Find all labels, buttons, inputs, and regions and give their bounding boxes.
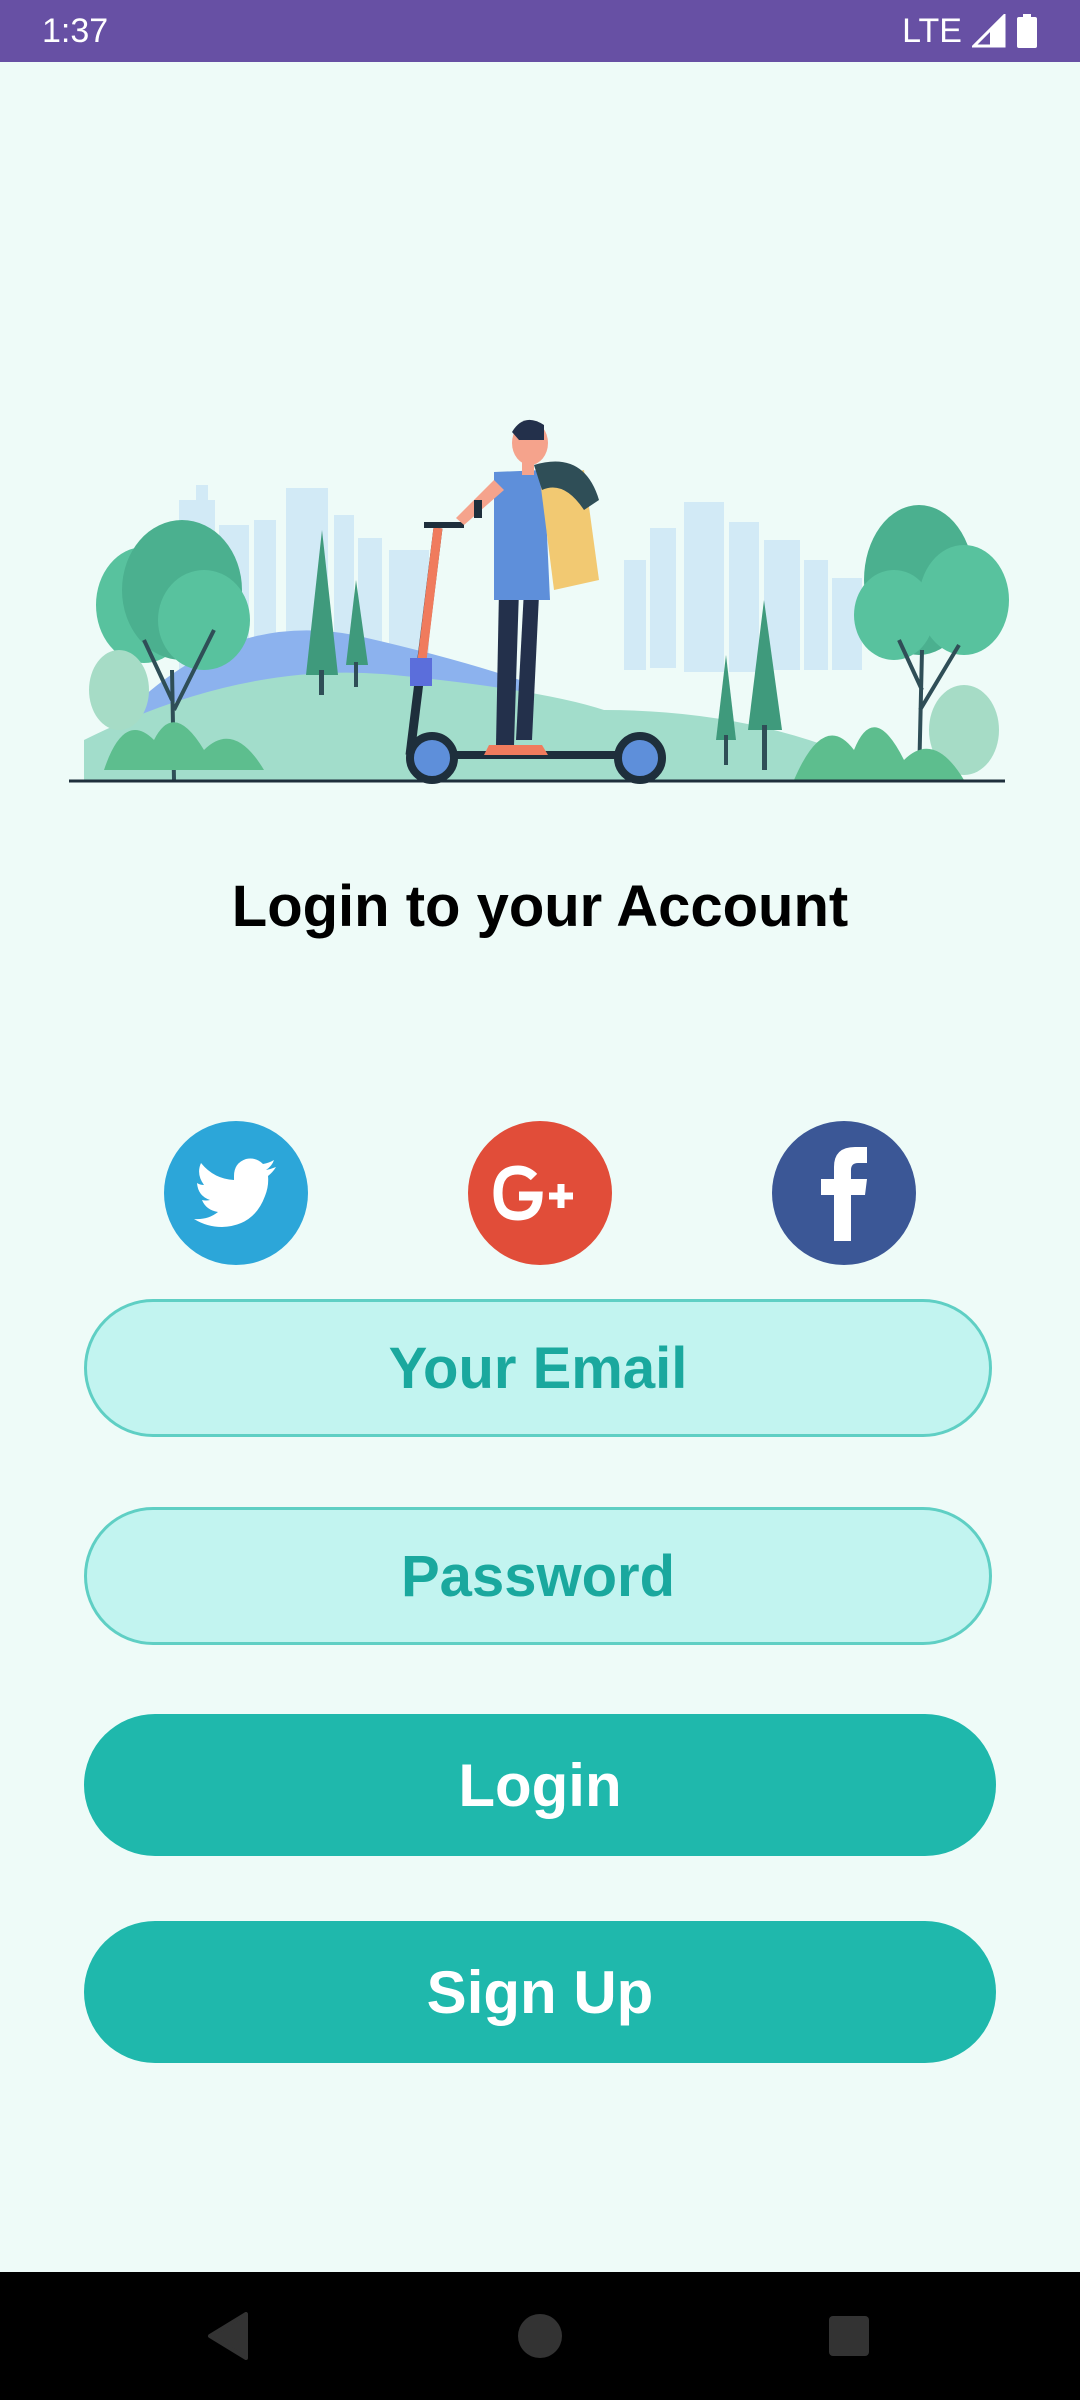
status-indicators: LTE (902, 0, 1038, 62)
twitter-bird-icon (194, 1158, 276, 1227)
twitter-login-button[interactable] (164, 1121, 308, 1265)
battery-icon (1017, 14, 1037, 48)
signup-button[interactable]: Sign Up (84, 1921, 996, 2063)
recents-icon (829, 2316, 869, 2356)
status-time: 1:37 (42, 12, 109, 50)
password-field[interactable] (84, 1507, 992, 1645)
status-bar: 1:37 LTE (0, 0, 1080, 62)
google-plus-icon (493, 1165, 573, 1221)
email-field[interactable] (84, 1299, 992, 1437)
home-button[interactable] (480, 2272, 600, 2400)
navigation-bar (0, 2272, 1080, 2400)
facebook-login-button[interactable] (772, 1121, 916, 1265)
google-plus-login-button[interactable] (468, 1121, 612, 1265)
login-button[interactable]: Login (84, 1714, 996, 1856)
home-icon (518, 2314, 562, 2358)
back-button[interactable] (168, 2272, 288, 2400)
back-icon (208, 2312, 248, 2360)
signal-icon (972, 14, 1006, 48)
facebook-f-icon (821, 1147, 867, 1241)
recents-button[interactable] (789, 2272, 909, 2400)
network-type: LTE (902, 12, 962, 50)
scooter-illustration (69, 419, 1009, 784)
page-title: Login to your Account (231, 874, 849, 939)
